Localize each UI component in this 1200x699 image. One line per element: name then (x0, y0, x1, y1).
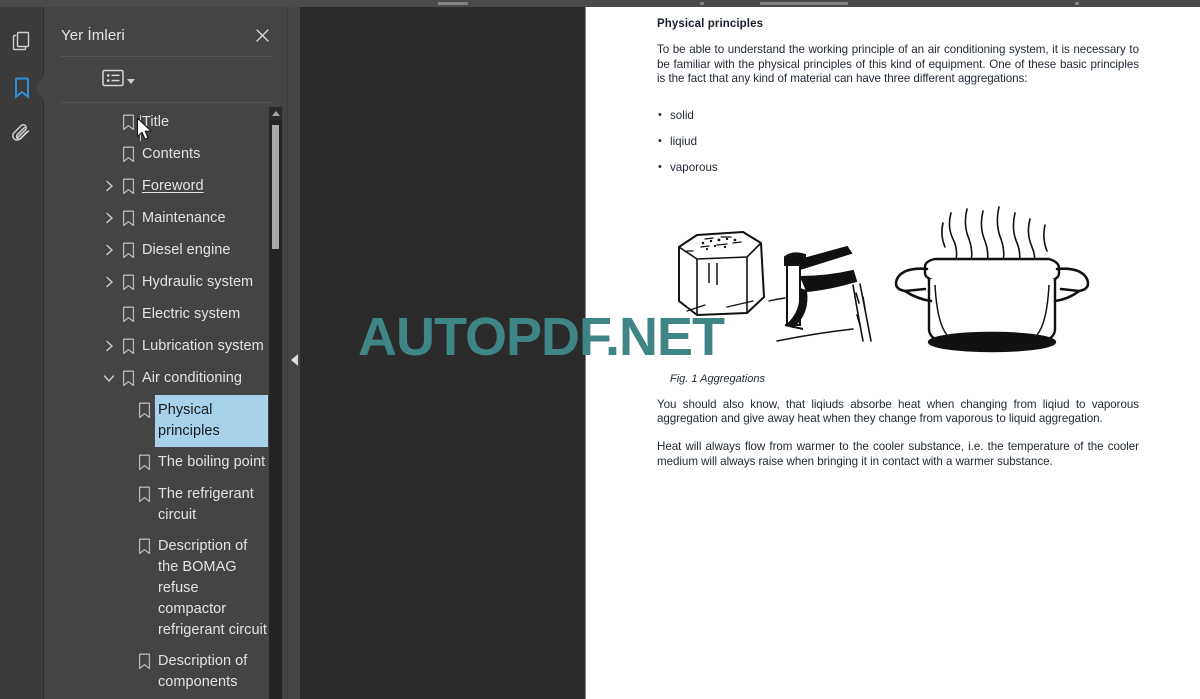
toolbar-ghost-control-4[interactable] (1075, 2, 1079, 5)
scroll-up-arrow-icon[interactable] (269, 107, 282, 120)
bookmark-item-label: Hydraulic system (142, 274, 254, 290)
bookmark-icon (137, 646, 151, 676)
bookmark-item-label: Foreword (142, 178, 204, 194)
document-paragraph-3: Heat will always flow from warmer to the… (657, 439, 1139, 468)
bookmark-item-label: Physical principles (154, 394, 268, 448)
aggregation-list-item: liqiud (657, 134, 1139, 149)
rail-active-indicator (35, 76, 44, 100)
bookmark-item[interactable]: Lubrication system (44, 331, 268, 363)
panel-divider-bottom (60, 102, 272, 103)
toolbar-ghost-control-3[interactable] (700, 2, 704, 5)
bookmark-item-label: Description of the BOMAG refuse compacto… (158, 538, 267, 638)
bookmark-icon (121, 171, 135, 201)
document-intro-paragraph: To be able to understand the working pri… (657, 43, 1139, 86)
chevron-right-icon[interactable] (101, 203, 117, 233)
pdf-page: Physical principles To be able to unders… (585, 7, 1200, 699)
panel-title: Yer İmleri (61, 27, 125, 44)
aggregation-list-item: solid (657, 108, 1139, 123)
bookmark-item[interactable]: Electric system (44, 299, 268, 331)
document-heading: Physical principles (657, 18, 764, 30)
bookmark-item-label: Electric system (142, 306, 241, 322)
pdf-viewer-window: Yer İmleri Title Contents Foreword Maint… (0, 0, 1200, 699)
bookmark-icon (121, 203, 135, 233)
pot-body (923, 257, 1061, 352)
list-options-icon (102, 69, 124, 92)
panel-toolbar (44, 57, 287, 141)
document-paragraph-2: You should also know, that liqiuds absor… (657, 397, 1139, 426)
chevron-right-icon[interactable] (101, 331, 117, 361)
bookmark-item[interactable]: Description of the BOMAG refuse compacto… (44, 531, 268, 646)
chevron-down-icon[interactable] (101, 363, 117, 393)
rail-item-thumbnails[interactable] (0, 18, 43, 64)
bookmark-item-label: The boiling point (158, 454, 266, 470)
bookmark-options-button[interactable] (102, 69, 135, 92)
bookmark-item[interactable]: Description of components (44, 646, 268, 698)
bookmark-icon (137, 479, 151, 509)
bookmark-item[interactable]: The refrigerant circuit (44, 479, 268, 531)
aggregation-list-item: vaporous (657, 160, 1139, 175)
bookmark-tree[interactable]: Title Contents Foreword Maintenance Diesel e… (44, 107, 268, 699)
chevron-right-icon[interactable] (101, 235, 117, 265)
bookmark-item[interactable]: The boiling point (44, 447, 268, 479)
bookmarks-scrollbar[interactable] (269, 107, 282, 699)
sidebar-icon-rail (0, 7, 44, 699)
bookmark-item[interactable]: Diesel engine (44, 235, 268, 267)
toolbar-ghost-control-2[interactable] (760, 2, 848, 5)
bookmark-icon (121, 139, 135, 169)
panel-collapse-handle[interactable] (288, 7, 300, 699)
faucet-water-icon (784, 245, 858, 330)
bookmark-item-label: Lubrication system (142, 338, 264, 354)
bookmark-item[interactable]: Contents (44, 139, 268, 171)
bookmark-item[interactable]: Maintenance (44, 203, 268, 235)
bookmark-icon (137, 395, 151, 425)
bookmark-icon (121, 107, 135, 137)
bookmark-icon (137, 531, 151, 561)
figure-caption: Fig. 1 Aggregations (670, 372, 765, 385)
pages-thumbnails-icon (11, 30, 33, 52)
rail-item-attachments[interactable] (0, 110, 43, 156)
mouse-pointer-icon (136, 117, 153, 147)
bookmark-item-label: Diesel engine (142, 242, 231, 258)
figure-aggregations (657, 205, 1139, 365)
bookmark-icon (121, 267, 135, 297)
document-viewer[interactable]: Physical principles To be able to unders… (300, 7, 1200, 699)
collapse-left-triangle-icon (291, 354, 298, 366)
bookmark-item-label: The refrigerant circuit (158, 486, 254, 523)
chevron-down-icon[interactable] (127, 79, 135, 84)
bookmark-item-label: Description of components (158, 653, 248, 690)
panel-header: Yer İmleri (44, 7, 287, 56)
bookmark-icon (121, 235, 135, 265)
bookmark-icon (121, 331, 135, 361)
bookmark-item[interactable]: Foreword (44, 171, 268, 203)
bookmark-icon (121, 363, 135, 393)
bookmark-item-label: Air conditioning (142, 370, 242, 386)
bookmark-item[interactable]: Air conditioning (44, 363, 268, 395)
chevron-right-icon[interactable] (101, 171, 117, 201)
close-icon[interactable] (251, 24, 273, 46)
toolbar-ghost-control-1[interactable] (438, 2, 468, 5)
paperclip-icon (11, 122, 33, 144)
toolbar-strip (0, 0, 1200, 7)
chevron-right-icon[interactable] (101, 267, 117, 297)
bookmark-item[interactable]: Physical principles (44, 394, 268, 448)
bookmark-item-label: Maintenance (142, 210, 226, 226)
aggregations-illustration (678, 205, 1090, 352)
bookmark-item[interactable]: Title (44, 107, 268, 139)
aggregations-list: solid liqiud vaporous (657, 108, 1139, 175)
bookmark-icon (121, 299, 135, 329)
bookmark-icon (137, 447, 151, 477)
bookmark-icon (12, 76, 32, 100)
bookmarks-panel: Yer İmleri Title Contents Foreword Maint… (44, 7, 287, 699)
bookmark-item[interactable]: Hydraulic system (44, 267, 268, 299)
scrollbar-thumb[interactable] (272, 125, 279, 249)
